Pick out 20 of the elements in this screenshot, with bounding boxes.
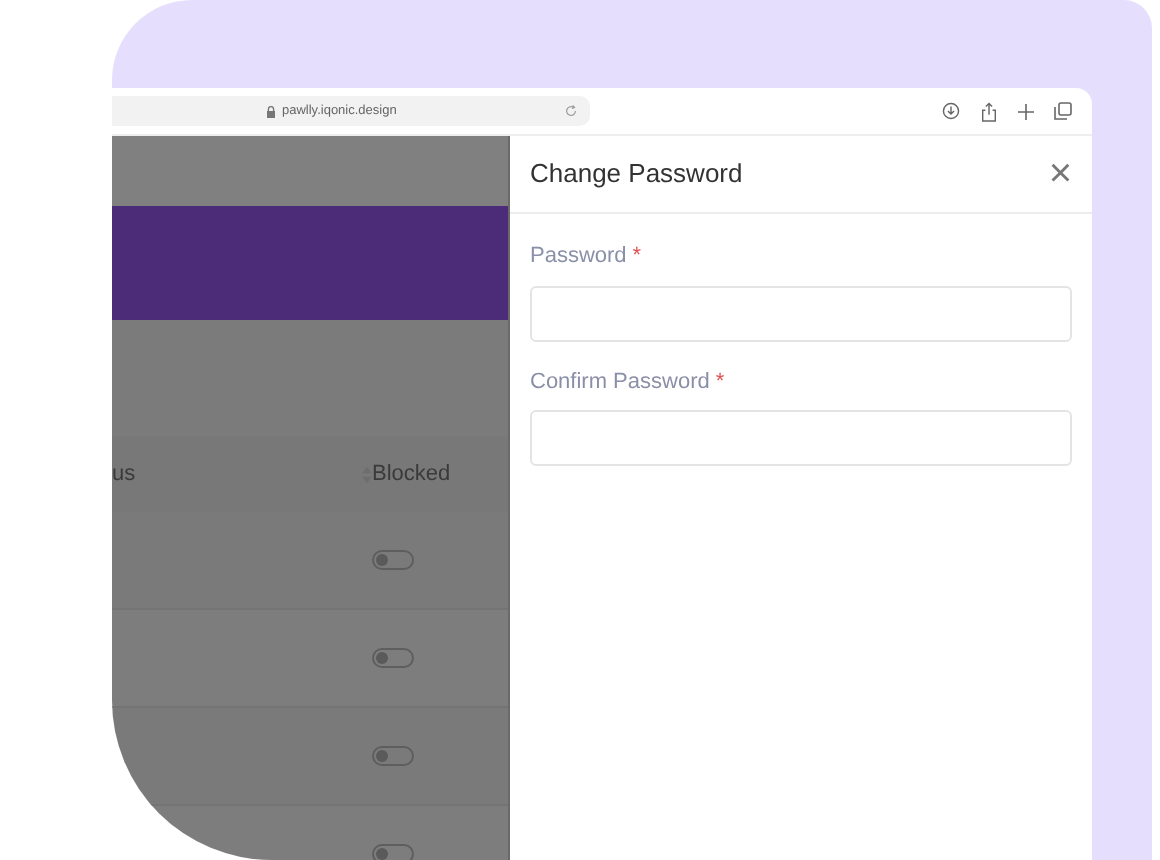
password-field[interactable]: [530, 410, 1072, 466]
password-field[interactable]: [530, 285, 1072, 341]
required-mark: *: [715, 367, 725, 397]
share-icon[interactable]: [980, 101, 998, 121]
lock-icon: [266, 105, 276, 117]
required-mark: *: [632, 242, 642, 272]
column-header[interactable]: Blocked: [372, 461, 451, 486]
close-button[interactable]: ×: [1048, 154, 1072, 194]
download-icon[interactable]: [942, 102, 960, 120]
field-label: Password: [530, 242, 627, 272]
tabs-icon[interactable]: [1054, 102, 1072, 120]
reload-icon[interactable]: [564, 104, 578, 118]
column-header[interactable]: us: [112, 457, 136, 491]
blocked-toggle[interactable]: [372, 746, 414, 766]
blocked-toggle[interactable]: [372, 648, 414, 668]
plus-icon[interactable]: [1018, 103, 1034, 119]
field-label: Confirm Password: [530, 367, 710, 397]
blocked-toggle[interactable]: [372, 550, 414, 570]
drawer-title: Change Password: [530, 156, 743, 193]
blocked-toggle[interactable]: [372, 844, 414, 860]
